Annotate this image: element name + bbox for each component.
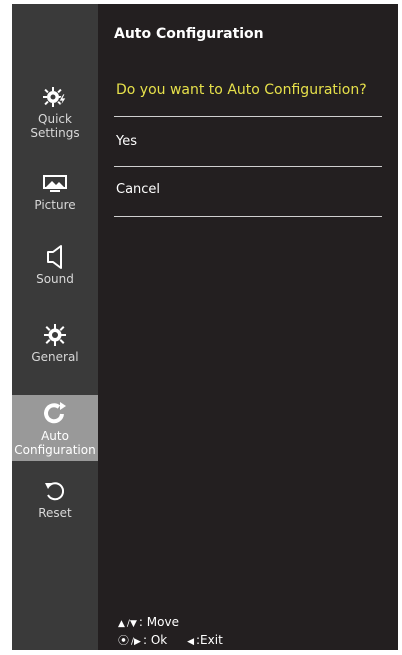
sidebar-label: Configuration — [14, 443, 96, 457]
sidebar-label: Quick — [38, 112, 72, 126]
gear-icon — [42, 322, 68, 348]
left-arrow-icon: ◀ — [187, 637, 194, 647]
osd-panel: Quick Settings Picture Sound General Aut… — [12, 4, 398, 650]
up-arrow-icon: ▲ — [118, 619, 125, 629]
sidebar-label: General — [31, 350, 79, 364]
move-label: Move — [146, 615, 179, 629]
ok-label: Ok — [150, 633, 168, 647]
yes-option[interactable]: Yes — [116, 134, 137, 149]
sidebar-item-general[interactable]: General — [12, 322, 98, 368]
hint-colon: : — [142, 633, 148, 647]
sidebar-label: Settings — [30, 126, 80, 140]
move-hint: ▲/▼: Move — [118, 615, 179, 629]
sidebar-label: Sound — [36, 272, 74, 286]
sidebar-item-sound[interactable]: Sound — [12, 244, 98, 290]
down-arrow-icon: ▼ — [129, 619, 137, 629]
hint-colon: : — [138, 615, 143, 629]
sidebar-item-reset[interactable]: Reset — [12, 478, 98, 524]
exit-label: Exit — [200, 633, 223, 647]
question-text: Do you want to Auto Configuration? — [116, 82, 367, 98]
cancel-option[interactable]: Cancel — [116, 182, 160, 197]
main-content: Auto Configuration Do you want to Auto C… — [98, 4, 398, 650]
right-arrow-icon: ▶ — [134, 637, 141, 647]
sidebar-label: Auto — [41, 429, 69, 443]
reset-icon — [42, 478, 68, 504]
sidebar-item-auto-configuration[interactable]: Auto Configuration — [12, 395, 98, 461]
quick-settings-icon — [42, 84, 68, 110]
sidebar-label: Reset — [38, 506, 72, 520]
ok-exit-hint: ⦿/▶: Ok ◀:Exit — [118, 632, 223, 648]
sidebar-item-quick-settings[interactable]: Quick Settings — [12, 84, 98, 140]
divider — [114, 216, 382, 217]
page-title: Auto Configuration — [114, 26, 264, 42]
sidebar-label: Picture — [34, 198, 76, 212]
ok-button-icon: ⦿ — [118, 634, 129, 647]
divider — [114, 166, 382, 167]
auto-configuration-icon — [42, 401, 68, 427]
sidebar-item-picture[interactable]: Picture — [12, 172, 98, 212]
divider — [114, 116, 382, 117]
picture-icon — [42, 172, 68, 196]
sidebar: Quick Settings Picture Sound General Aut… — [12, 4, 98, 650]
speaker-icon — [42, 244, 68, 270]
